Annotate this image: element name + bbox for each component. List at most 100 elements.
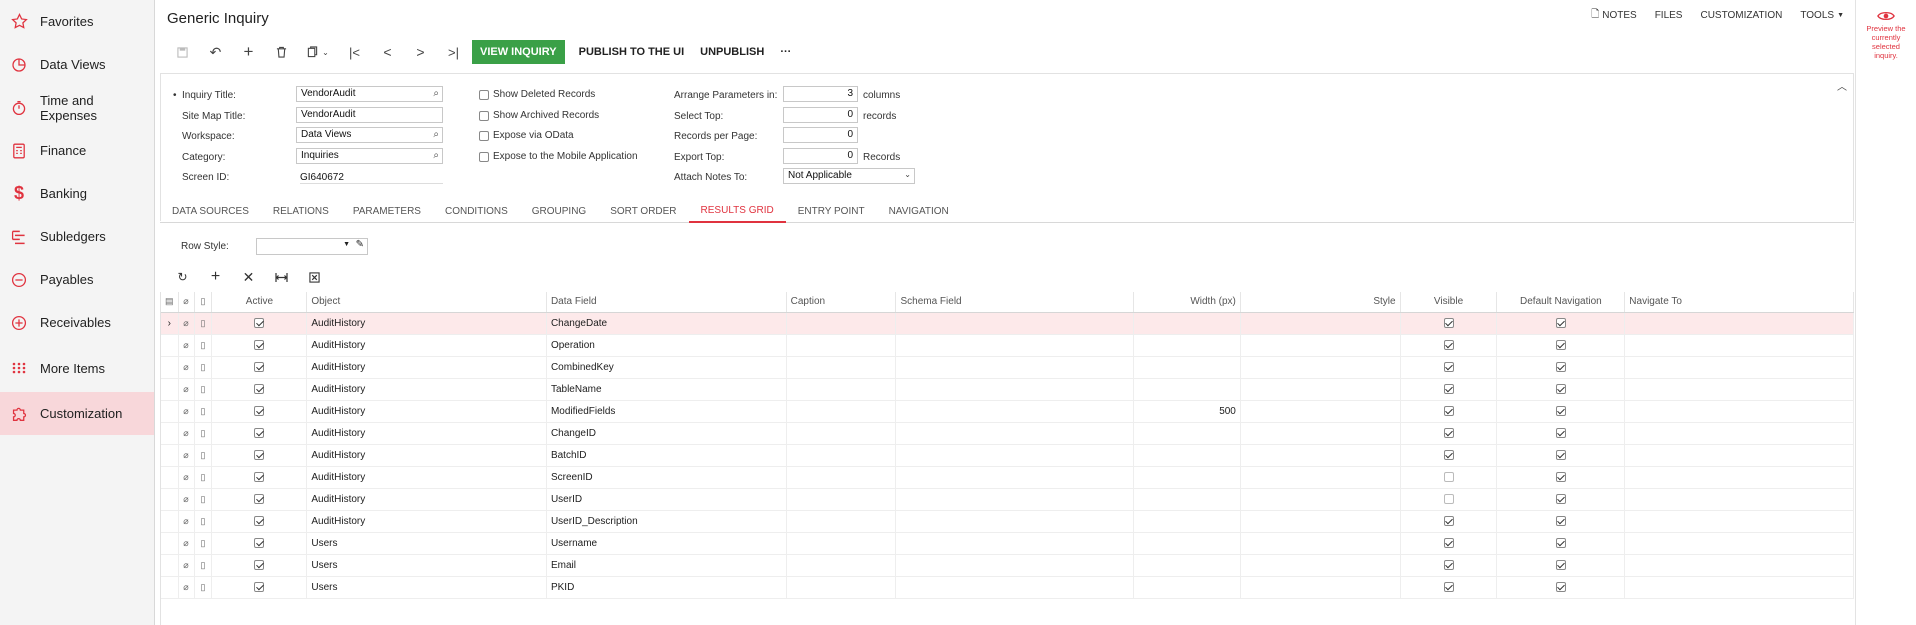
column-header-active[interactable]: Active — [211, 292, 308, 313]
table-row[interactable]: ⌀ ▯ AuditHistory Operation — [161, 334, 1854, 357]
schema-field-cell[interactable] — [895, 532, 1135, 555]
checkbox[interactable] — [1443, 427, 1454, 438]
width-cell[interactable] — [1133, 510, 1241, 533]
refresh-icon[interactable]: ↻ — [166, 268, 199, 286]
records-per-page-field[interactable]: 0 — [783, 127, 858, 143]
width-cell[interactable]: 500 — [1133, 400, 1241, 423]
width-cell[interactable] — [1133, 422, 1241, 445]
visible-cell[interactable] — [1400, 466, 1498, 489]
caption-cell[interactable] — [786, 466, 897, 489]
checkbox[interactable] — [1555, 361, 1566, 372]
note-cell[interactable]: ▯ — [194, 400, 213, 423]
style-cell[interactable] — [1240, 422, 1401, 445]
tab-results-grid[interactable]: RESULTS GRID — [688, 199, 786, 223]
sidebar-item-favorites[interactable]: Favorites — [0, 0, 154, 43]
data-field-cell[interactable]: UserID — [546, 488, 787, 511]
caption-cell[interactable] — [786, 422, 897, 445]
row-indicator[interactable] — [161, 356, 179, 379]
note-cell[interactable]: ▯ — [194, 576, 213, 599]
checkbox[interactable] — [254, 581, 265, 592]
collapse-icon[interactable]: ︿ — [1837, 78, 1847, 93]
sidebar-item-receivables[interactable]: Receivables — [0, 301, 154, 344]
default-navigation-cell[interactable] — [1496, 400, 1626, 423]
visible-cell[interactable] — [1400, 334, 1498, 357]
object-cell[interactable]: Users — [306, 554, 547, 577]
width-cell[interactable] — [1133, 356, 1241, 379]
active-cell[interactable] — [211, 532, 308, 555]
search-icon[interactable]: ⌕ — [433, 88, 439, 99]
object-cell[interactable]: AuditHistory — [306, 422, 547, 445]
site-map-title-field[interactable]: VendorAudit — [296, 107, 443, 123]
attachment-cell[interactable]: ⌀ — [178, 400, 195, 423]
row-indicator[interactable] — [161, 554, 179, 577]
checkbox[interactable] — [1443, 559, 1454, 570]
row-style-select[interactable]: ▼ ✎ — [256, 238, 368, 255]
schema-field-cell[interactable] — [895, 444, 1135, 467]
publish-button[interactable]: PUBLISH TO THE UI — [571, 40, 693, 64]
sidebar-item-banking[interactable]: $ Banking — [0, 172, 154, 215]
default-navigation-cell[interactable] — [1496, 444, 1626, 467]
visible-cell[interactable] — [1400, 356, 1498, 379]
navigate-to-cell[interactable] — [1624, 576, 1854, 599]
tab-parameters[interactable]: PARAMETERS — [341, 199, 433, 223]
table-row[interactable]: › ⌀ ▯ AuditHistory ChangeDate — [161, 312, 1854, 335]
table-row[interactable]: ⌀ ▯ AuditHistory ScreenID — [161, 466, 1854, 489]
style-cell[interactable] — [1240, 532, 1401, 555]
row-indicator[interactable] — [161, 532, 179, 555]
attachment-cell[interactable]: ⌀ — [178, 378, 195, 401]
schema-field-cell[interactable] — [895, 466, 1135, 489]
style-cell[interactable] — [1240, 466, 1401, 489]
row-indicator[interactable] — [161, 400, 179, 423]
note-cell[interactable]: ▯ — [194, 466, 213, 489]
column-header-navigate-to[interactable]: Navigate To — [1624, 292, 1854, 313]
previous-record-icon[interactable]: < — [371, 40, 404, 64]
navigate-to-cell[interactable] — [1624, 334, 1854, 357]
attachment-cell[interactable]: ⌀ — [178, 312, 195, 335]
column-header-object[interactable]: Object — [306, 292, 547, 313]
files-link[interactable]: FILES — [1655, 7, 1683, 24]
workspace-field[interactable]: Data Views ⌕ — [296, 127, 443, 143]
sidebar-item-payables[interactable]: Payables — [0, 258, 154, 301]
data-field-cell[interactable]: TableName — [546, 378, 787, 401]
fit-columns-icon[interactable] — [265, 268, 298, 286]
active-cell[interactable] — [211, 356, 308, 379]
checkbox[interactable] — [254, 471, 265, 482]
default-navigation-cell[interactable] — [1496, 532, 1626, 555]
data-field-cell[interactable]: Email — [546, 554, 787, 577]
table-row[interactable]: ⌀ ▯ AuditHistory CombinedKey — [161, 356, 1854, 379]
object-cell[interactable]: AuditHistory — [306, 312, 547, 335]
preview-button[interactable]: Preview the currently selected inquiry. — [1856, 0, 1916, 60]
checkbox[interactable] — [1443, 317, 1454, 328]
default-navigation-cell[interactable] — [1496, 378, 1626, 401]
navigate-to-cell[interactable] — [1624, 312, 1854, 335]
caption-cell[interactable] — [786, 400, 897, 423]
checkbox[interactable] — [254, 449, 265, 460]
edit-icon[interactable]: ✎ — [356, 239, 364, 250]
table-row[interactable]: ⌀ ▯ Users Username — [161, 532, 1854, 555]
width-cell[interactable] — [1133, 378, 1241, 401]
note-cell[interactable]: ▯ — [194, 356, 213, 379]
row-indicator[interactable] — [161, 488, 179, 511]
style-cell[interactable] — [1240, 400, 1401, 423]
schema-field-cell[interactable] — [895, 576, 1135, 599]
sidebar-item-data-views[interactable]: Data Views — [0, 43, 154, 86]
object-cell[interactable]: AuditHistory — [306, 356, 547, 379]
caption-cell[interactable] — [786, 510, 897, 533]
sidebar-item-subledgers[interactable]: Subledgers — [0, 215, 154, 258]
note-cell[interactable]: ▯ — [194, 488, 213, 511]
visible-cell[interactable] — [1400, 510, 1498, 533]
next-record-icon[interactable]: > — [404, 40, 437, 64]
column-header-default-navigation[interactable]: Default Navigation — [1496, 292, 1626, 313]
row-indicator[interactable] — [161, 466, 179, 489]
default-navigation-cell[interactable] — [1496, 466, 1626, 489]
table-row[interactable]: ⌀ ▯ Users PKID — [161, 576, 1854, 599]
style-cell[interactable] — [1240, 378, 1401, 401]
object-cell[interactable]: AuditHistory — [306, 378, 547, 401]
checkbox[interactable] — [254, 339, 265, 350]
caption-cell[interactable] — [786, 444, 897, 467]
style-cell[interactable] — [1240, 576, 1401, 599]
navigate-to-cell[interactable] — [1624, 488, 1854, 511]
checkbox[interactable] — [479, 130, 489, 141]
category-field[interactable]: Inquiries ⌕ — [296, 148, 443, 164]
attachment-cell[interactable]: ⌀ — [178, 422, 195, 445]
